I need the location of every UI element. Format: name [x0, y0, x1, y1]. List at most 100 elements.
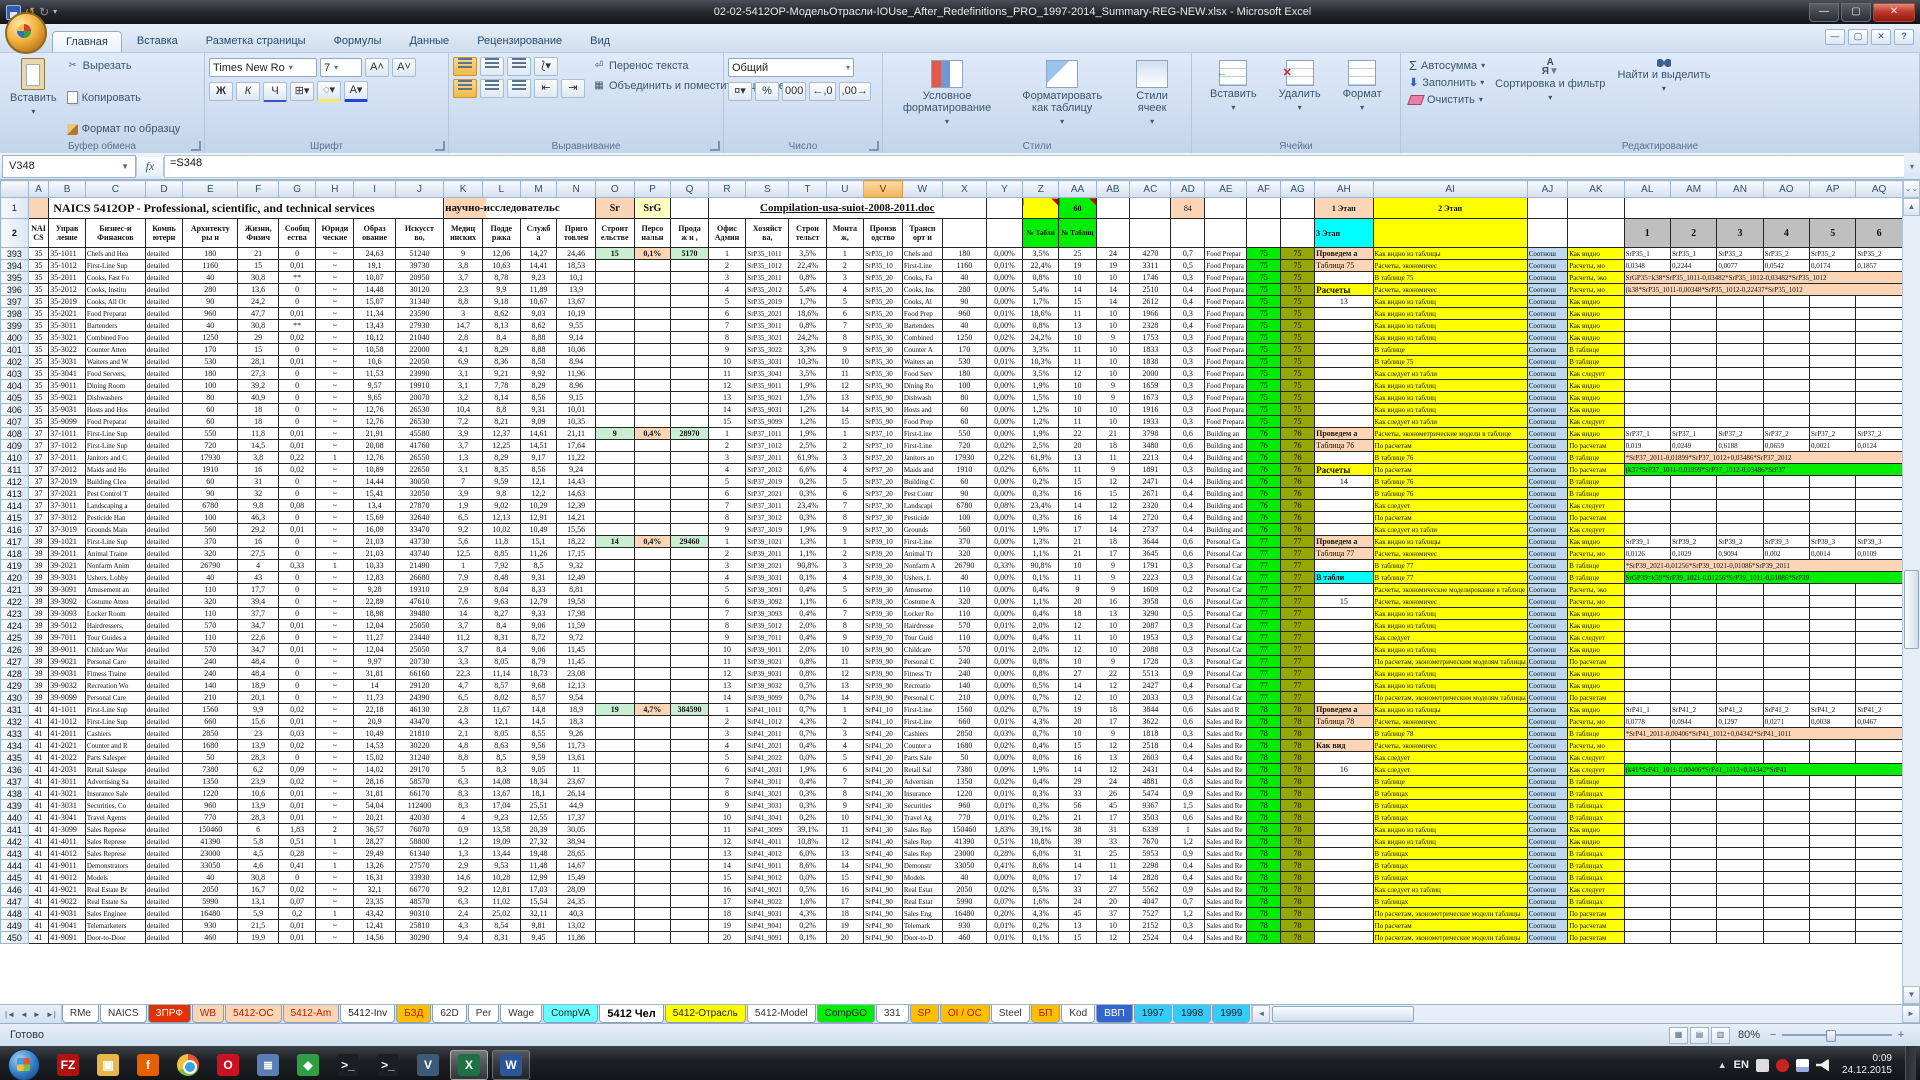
- cell[interactable]: Юриди ческие: [316, 219, 354, 248]
- cell[interactable]: 18,53: [557, 260, 595, 272]
- cell[interactable]: [1717, 908, 1763, 920]
- cell[interactable]: [595, 800, 634, 812]
- cell[interactable]: 0,3: [1171, 308, 1205, 320]
- cell[interactable]: [1624, 680, 1670, 692]
- cell[interactable]: 0: [278, 584, 316, 596]
- cell[interactable]: SrP37_2: [1717, 428, 1763, 440]
- cell[interactable]: 2223: [1130, 572, 1171, 584]
- cell[interactable]: 100: [942, 512, 986, 524]
- cell[interactable]: 1753: [1130, 332, 1171, 344]
- cell[interactable]: Sales and Re: [1205, 884, 1247, 896]
- cell[interactable]: 58800: [395, 836, 443, 848]
- cell[interactable]: Расчеты, экономичес: [1373, 260, 1527, 272]
- cell[interactable]: [1670, 584, 1716, 596]
- cell[interactable]: 20: [826, 932, 863, 944]
- sheet-tab[interactable]: 1997: [1134, 1005, 1172, 1023]
- cell[interactable]: 39: [1059, 836, 1096, 848]
- cell[interactable]: [1670, 776, 1716, 788]
- cell[interactable]: Как следует: [1373, 632, 1527, 644]
- cell[interactable]: detailed: [145, 296, 182, 308]
- cell[interactable]: 25,51: [520, 800, 557, 812]
- cell[interactable]: [1624, 308, 1670, 320]
- cell[interactable]: [1670, 836, 1716, 848]
- cell[interactable]: [1717, 368, 1763, 380]
- cell[interactable]: 60: [183, 416, 238, 428]
- cell[interactable]: В таблице 75: [1373, 272, 1527, 284]
- cell[interactable]: 4,1: [444, 344, 483, 356]
- cell[interactable]: В таблице: [1568, 560, 1624, 572]
- cell[interactable]: В таблице: [1568, 728, 1624, 740]
- cell[interactable]: 35: [28, 332, 48, 344]
- cell[interactable]: 0,00%: [986, 572, 1022, 584]
- cell[interactable]: 0,4: [1171, 452, 1205, 464]
- cell[interactable]: ~: [316, 464, 354, 476]
- sheet-tab[interactable]: ОI / ОС: [940, 1005, 990, 1023]
- maximize-button[interactable]: ▢: [1841, 3, 1871, 22]
- cell[interactable]: 10: [1096, 692, 1130, 704]
- cell[interactable]: 39,1%: [789, 824, 826, 836]
- cell[interactable]: 8: [826, 332, 863, 344]
- cell[interactable]: 35-2021: [49, 308, 86, 320]
- cell[interactable]: 9: [1096, 584, 1130, 596]
- cell[interactable]: [1763, 344, 1809, 356]
- cell[interactable]: 9: [1096, 560, 1130, 572]
- cell[interactable]: 50: [183, 752, 238, 764]
- cell[interactable]: 78: [1247, 740, 1281, 752]
- cell[interactable]: По расчетам: [1373, 440, 1527, 452]
- cell[interactable]: ~: [316, 272, 354, 284]
- cell[interactable]: 0,2%: [789, 920, 826, 932]
- cell[interactable]: detailed: [145, 668, 182, 680]
- cell[interactable]: 0,0%: [789, 872, 826, 884]
- cell[interactable]: 0: [278, 512, 316, 524]
- cell[interactable]: [1315, 776, 1373, 788]
- cell[interactable]: Cooks, Ins: [902, 284, 942, 296]
- cell[interactable]: [634, 260, 671, 272]
- column-header-B[interactable]: B: [49, 181, 86, 198]
- column-header-Z[interactable]: Z: [1023, 181, 1059, 198]
- cell[interactable]: 2,5%: [1023, 440, 1059, 452]
- cell[interactable]: В таблицах: [1568, 848, 1624, 860]
- cell[interactable]: [634, 320, 671, 332]
- cell[interactable]: 9,26: [557, 728, 595, 740]
- cell[interactable]: 8: [708, 332, 746, 344]
- cell[interactable]: Telemarketers: [85, 920, 145, 932]
- cell[interactable]: 33: [1059, 884, 1096, 896]
- cell[interactable]: 9: [1096, 728, 1130, 740]
- cell[interactable]: [1670, 608, 1716, 620]
- cell[interactable]: 8,56: [520, 392, 557, 404]
- cell[interactable]: [1763, 740, 1809, 752]
- cell[interactable]: [1315, 752, 1373, 764]
- cell[interactable]: Как следует из табли: [1373, 368, 1527, 380]
- cell[interactable]: [1670, 656, 1716, 668]
- cell[interactable]: Таблица 78: [1315, 716, 1373, 728]
- cell[interactable]: 31: [238, 476, 278, 488]
- cell[interactable]: 0: [278, 368, 316, 380]
- column-header-AN[interactable]: AN: [1717, 181, 1763, 198]
- cell[interactable]: [1096, 219, 1130, 248]
- cell[interactable]: Бизнес-и Финансов: [85, 219, 145, 248]
- cell[interactable]: 19910: [395, 380, 443, 392]
- cell[interactable]: [1856, 752, 1902, 764]
- cell[interactable]: SrP37_2021: [746, 488, 789, 500]
- cell[interactable]: 75: [1281, 296, 1315, 308]
- cell[interactable]: Как следует из табли: [1373, 416, 1527, 428]
- cell[interactable]: 17,7: [238, 584, 278, 596]
- cell[interactable]: 0,41: [278, 860, 316, 872]
- cell[interactable]: В таблице: [1568, 452, 1624, 464]
- cell[interactable]: 16: [708, 884, 746, 896]
- cell[interactable]: 41760: [395, 440, 443, 452]
- sheet-tab[interactable]: БП: [1031, 1005, 1061, 1023]
- cell[interactable]: В таблицах: [1568, 860, 1624, 872]
- cell[interactable]: SrP35_2: [1763, 248, 1809, 260]
- cell[interactable]: 18,9: [238, 680, 278, 692]
- cell[interactable]: [1810, 356, 1856, 368]
- cell[interactable]: [1717, 860, 1763, 872]
- cell[interactable]: 570: [942, 620, 986, 632]
- formula-bar-expand-icon[interactable]: ▾: [1904, 162, 1920, 171]
- cell[interactable]: 11,26: [520, 548, 557, 560]
- cell[interactable]: SrG: [634, 198, 671, 219]
- cell[interactable]: [595, 740, 634, 752]
- cell[interactable]: 31,81: [354, 668, 395, 680]
- cell[interactable]: [1856, 884, 1902, 896]
- cell[interactable]: 530: [183, 356, 238, 368]
